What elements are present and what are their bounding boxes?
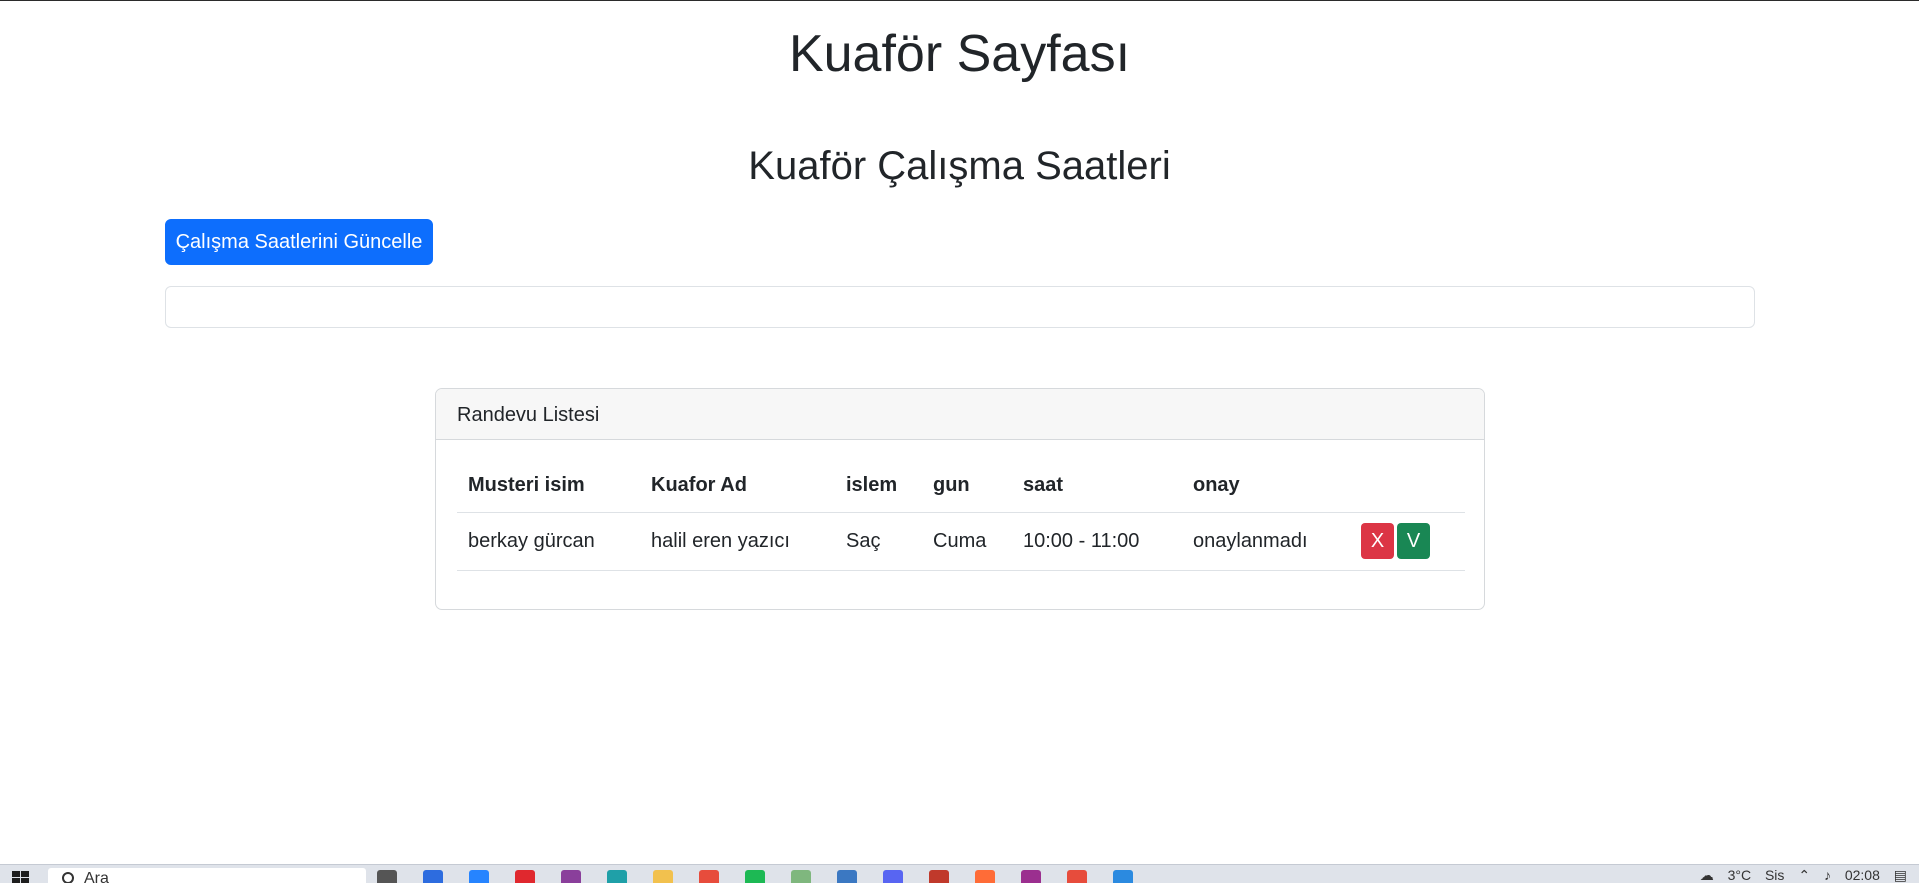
appointment-time: 10:00 - 11:00 (1012, 512, 1182, 571)
reject-button[interactable]: X (1361, 523, 1394, 559)
working-hours-title: Kuaför Çalışma Saatleri (748, 144, 1171, 188)
app-icon[interactable] (929, 870, 949, 883)
window-top-border (0, 0, 1919, 1)
column-header-status: onay (1182, 460, 1350, 513)
discord-icon[interactable] (883, 870, 903, 883)
opera-icon[interactable] (515, 870, 535, 883)
notepad-icon[interactable] (791, 870, 811, 883)
folder-icon[interactable] (653, 870, 673, 883)
windows-taskbar: Ara ☁ 3°C Sis ⌃ ♪ 02:08 ▤ (0, 864, 1919, 883)
system-tray: ☁ 3°C Sis ⌃ ♪ 02:08 ▤ (1690, 867, 1907, 883)
mail-icon[interactable] (423, 870, 443, 883)
vscode-icon[interactable] (1113, 870, 1133, 883)
clock[interactable]: 02:08 (1845, 867, 1880, 883)
edge-icon[interactable] (607, 870, 627, 883)
task-view-icon[interactable] (377, 870, 397, 883)
hairdresser-name: halil eren yazıcı (640, 512, 835, 571)
approval-status: onaylanmadı (1182, 512, 1350, 571)
chevron-up-icon[interactable]: ⌃ (1798, 867, 1810, 883)
notifications-icon[interactable]: ▤ (1894, 867, 1907, 883)
weather-text: Sis (1764, 867, 1785, 883)
page-title: Kuaför Sayfası (788, 25, 1131, 83)
taskbar-search-placeholder: Ara (84, 870, 109, 883)
chrome-icon[interactable] (699, 870, 719, 883)
app-icon[interactable] (561, 870, 581, 883)
approve-button[interactable]: V (1397, 523, 1430, 559)
chrome-icon[interactable] (1067, 870, 1087, 883)
weather-icon[interactable]: ☁ (1700, 867, 1714, 883)
appointment-list-body: Musteri isim Kuafor Ad islem gun saat on… (436, 440, 1484, 591)
update-working-hours-button[interactable]: Çalışma Saatlerini Güncelle (165, 219, 433, 265)
column-header-customer: Musteri isim (457, 460, 640, 513)
appointment-day: Cuma (922, 512, 1012, 571)
table-row: berkay gürcan halil eren yazıcı Saç Cuma… (457, 512, 1465, 571)
app-icon[interactable] (837, 870, 857, 883)
postman-icon[interactable] (975, 870, 995, 883)
weather-temp: 3°C (1727, 867, 1752, 883)
row-actions: XV (1350, 512, 1465, 571)
column-header-time: saat (1012, 460, 1182, 513)
column-header-service: islem (835, 460, 922, 513)
appointment-list-card: Randevu Listesi Musteri isim Kuafor Ad i… (435, 388, 1485, 610)
spotify-icon[interactable] (745, 870, 765, 883)
service-name: Saç (835, 512, 922, 571)
windows-start-icon[interactable] (12, 871, 30, 883)
customer-name: berkay gürcan (457, 512, 640, 571)
appointments-table: Musteri isim Kuafor Ad islem gun saat on… (457, 460, 1465, 571)
column-header-hairdresser: Kuafor Ad (640, 460, 835, 513)
search-icon (62, 872, 74, 883)
appointment-list-header: Randevu Listesi (436, 389, 1484, 440)
working-hours-container (165, 286, 1755, 328)
column-header-actions (1350, 460, 1465, 513)
volume-icon[interactable]: ♪ (1824, 867, 1831, 883)
jira-icon[interactable] (469, 870, 489, 883)
taskbar-search-box[interactable]: Ara (48, 868, 366, 883)
column-header-day: gun (922, 460, 1012, 513)
app-icon[interactable] (1021, 870, 1041, 883)
table-header-row: Musteri isim Kuafor Ad islem gun saat on… (457, 460, 1465, 513)
